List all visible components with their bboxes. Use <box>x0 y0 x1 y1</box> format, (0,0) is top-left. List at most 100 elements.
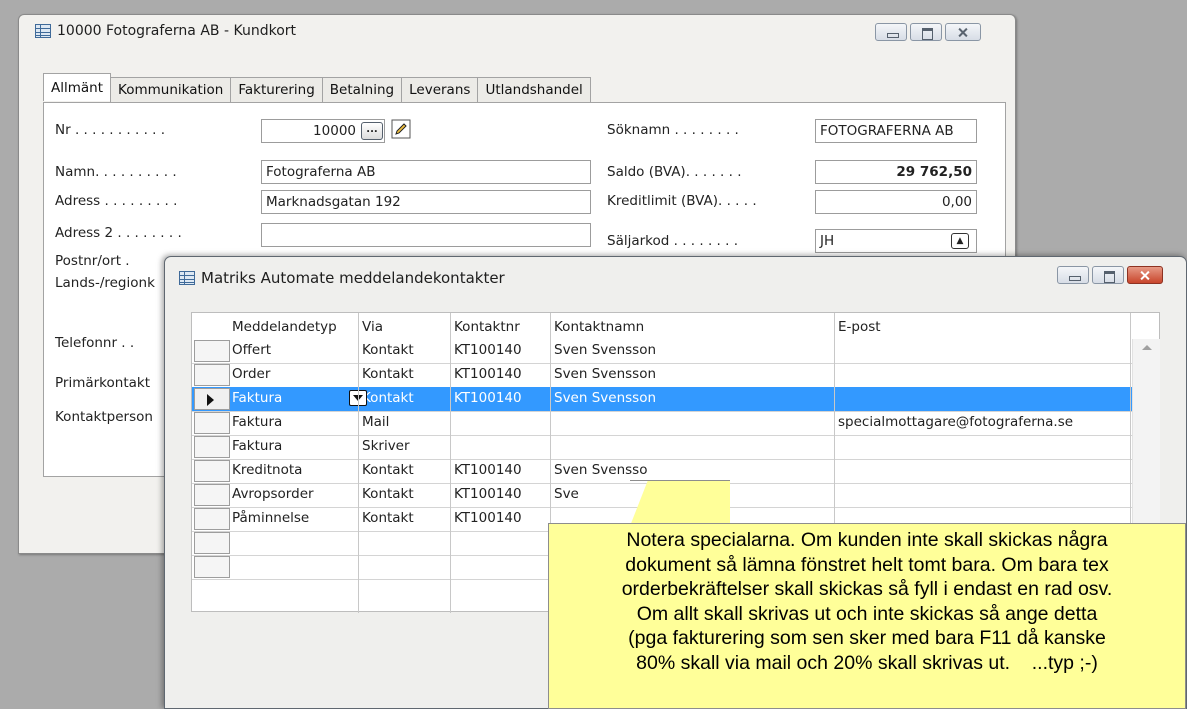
table-row[interactable]: Order Kontakt KT100140 Sven Svensson <box>192 363 1132 387</box>
tab-betalning[interactable]: Betalning <box>321 77 403 103</box>
cell-epost[interactable]: specialmottagare@fotograferna.se <box>838 411 1128 435</box>
cell-kontaktnamn[interactable]: Sven Svensson <box>554 363 832 387</box>
note-line: orderbekräftelser skall skickas så fyll … <box>621 578 1113 600</box>
tab-bar: Allmänt Kommunikation Fakturering Betaln… <box>43 73 591 103</box>
row-selector[interactable] <box>194 508 230 530</box>
row-selector[interactable] <box>194 484 230 506</box>
soknamn-field[interactable]: FOTOGRAFERNA AB <box>815 119 977 143</box>
land-label: Lands-/regionk <box>55 275 155 291</box>
customer-card-window-controls <box>875 23 981 41</box>
cell-kontaktnr[interactable]: KT100140 <box>454 507 548 531</box>
tab-leverans[interactable]: Leverans <box>401 77 479 103</box>
note-line: Om allt skall skrivas ut och inte skicka… <box>636 602 1098 625</box>
matrix-window-controls <box>1057 266 1163 284</box>
cell-meddelandetyp[interactable]: Kreditnota <box>232 459 352 483</box>
col-kontaktnamn[interactable]: Kontaktnamn <box>554 319 644 335</box>
cell-meddelandetyp[interactable]: Faktura <box>232 435 352 459</box>
tab-fakturering[interactable]: Fakturering <box>230 77 323 103</box>
tab-allmant[interactable]: Allmänt <box>43 73 112 101</box>
close-icon[interactable] <box>945 23 981 41</box>
saljarkod-label: Säljarkod . . . . . . . . <box>607 233 738 249</box>
cell-meddelandetyp[interactable]: Avropsorder <box>232 483 352 507</box>
cell-epost[interactable] <box>838 363 1128 387</box>
scroll-up-icon[interactable] <box>1142 345 1152 350</box>
nr-label: Nr . . . . . . . . . . . <box>55 122 166 138</box>
table-row[interactable]: Offert Kontakt KT100140 Sven Svensson <box>192 339 1132 363</box>
table-row[interactable]: Faktura Mail specialmottagare@fotograferna… <box>192 411 1132 435</box>
minimize-icon[interactable] <box>1057 266 1089 284</box>
pencil-icon[interactable] <box>391 119 411 139</box>
cell-meddelandetyp[interactable] <box>232 555 352 579</box>
cell-via[interactable]: Mail <box>362 411 448 435</box>
row-selector[interactable] <box>194 412 230 434</box>
cell-kontaktnamn[interactable]: Sven Svensson <box>554 339 832 363</box>
namn-field[interactable]: Fotograferna AB <box>261 160 591 184</box>
primarkontakt-label: Primärkontakt <box>55 375 151 391</box>
cell-kontaktnr[interactable] <box>454 555 548 579</box>
nr-lookup-button[interactable]: ... <box>361 122 383 140</box>
kreditlimit-label: Kreditlimit (BVA). . . . . <box>607 193 757 209</box>
cell-via[interactable]: Kontakt <box>362 339 448 363</box>
tab-kommunikation[interactable]: Kommunikation <box>110 77 232 103</box>
cell-kontaktnr[interactable]: KT100140 <box>454 339 548 363</box>
cell-via[interactable]: Kontakt <box>362 459 448 483</box>
telefon-label: Telefonnr . . <box>55 335 135 351</box>
cell-epost[interactable] <box>838 387 1128 411</box>
cell-meddelandetyp[interactable]: Påminnelse <box>232 507 352 531</box>
row-selector[interactable] <box>194 388 230 410</box>
note-line: Notera specialarna. Om kunden inte skall… <box>626 529 1108 551</box>
kontaktperson-label: Kontaktperson <box>55 409 153 425</box>
cell-via[interactable]: Kontakt <box>362 387 448 411</box>
cell-kontaktnr[interactable] <box>454 411 548 435</box>
table-row[interactable]: Faktura Skriver <box>192 435 1132 459</box>
cell-via[interactable]: Kontakt <box>362 507 448 531</box>
cell-kontaktnr[interactable]: KT100140 <box>454 387 548 411</box>
saljarkod-lookup-icon[interactable]: ▲ <box>951 233 969 249</box>
cell-via[interactable]: Skriver <box>362 435 448 459</box>
row-selector[interactable] <box>194 532 230 554</box>
row-selector[interactable] <box>194 460 230 482</box>
cell-via[interactable]: Kontakt <box>362 483 448 507</box>
col-meddelandetyp[interactable]: Meddelandetyp <box>232 319 337 335</box>
cell-meddelandetyp[interactable]: Faktura <box>232 387 352 411</box>
col-epost[interactable]: E-post <box>838 319 881 335</box>
cell-epost[interactable] <box>838 483 1128 507</box>
col-via[interactable]: Via <box>362 319 383 335</box>
cell-via[interactable] <box>362 555 448 579</box>
minimize-icon[interactable] <box>875 23 907 41</box>
adress2-field[interactable] <box>261 223 591 247</box>
cell-epost[interactable] <box>838 435 1128 459</box>
cell-kontaktnamn[interactable]: Sven Svensson <box>554 387 832 411</box>
cell-meddelandetyp[interactable]: Offert <box>232 339 352 363</box>
saldo-field[interactable]: 29 762,50 <box>815 160 977 184</box>
cell-meddelandetyp[interactable]: Faktura <box>232 411 352 435</box>
col-kontaktnr[interactable]: Kontaktnr <box>454 319 520 335</box>
cell-kontaktnamn[interactable] <box>554 411 832 435</box>
cell-kontaktnamn[interactable] <box>554 435 832 459</box>
tab-utlandshandel[interactable]: Utlandshandel <box>477 77 591 103</box>
row-selector[interactable] <box>194 364 230 386</box>
row-selector[interactable] <box>194 436 230 458</box>
cell-via[interactable]: Kontakt <box>362 363 448 387</box>
kreditlimit-field[interactable]: 0,00 <box>815 190 977 214</box>
note-line: (pga fakturering som sen sker med bara F… <box>628 627 1106 649</box>
row-selector[interactable] <box>194 556 230 578</box>
row-selector[interactable] <box>194 340 230 362</box>
cell-epost[interactable] <box>838 339 1128 363</box>
cell-kontaktnr[interactable] <box>454 435 548 459</box>
maximize-icon[interactable] <box>1092 266 1124 284</box>
form-icon <box>179 271 195 285</box>
cell-kontaktnr[interactable] <box>454 531 548 555</box>
cell-meddelandetyp[interactable]: Order <box>232 363 352 387</box>
maximize-icon[interactable] <box>910 23 942 41</box>
close-icon[interactable] <box>1127 266 1163 284</box>
adress-field[interactable]: Marknadsgatan 192 <box>261 190 591 214</box>
customer-card-title: 10000 Fotograferna AB - Kundkort <box>57 23 297 39</box>
cell-epost[interactable] <box>838 459 1128 483</box>
cell-kontaktnr[interactable]: KT100140 <box>454 363 548 387</box>
cell-kontaktnr[interactable]: KT100140 <box>454 483 548 507</box>
cell-via[interactable] <box>362 531 448 555</box>
cell-kontaktnr[interactable]: KT100140 <box>454 459 548 483</box>
cell-meddelandetyp[interactable] <box>232 531 352 555</box>
table-row[interactable]: Faktura Kontakt KT100140 Sven Svensson <box>192 387 1132 411</box>
